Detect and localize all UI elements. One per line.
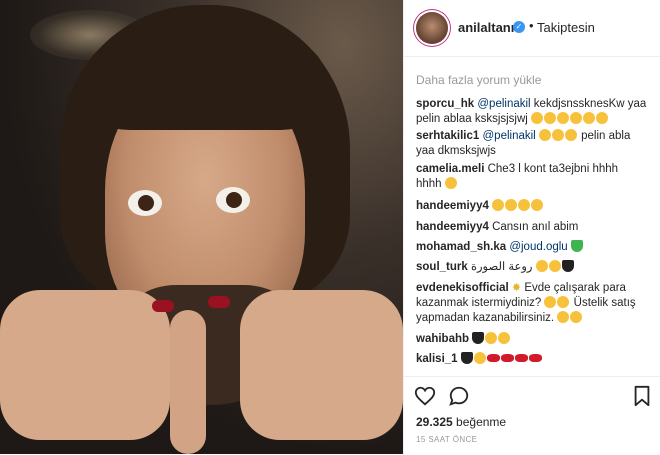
green-heart-emoji-icon <box>570 240 583 252</box>
face-emoji-icon <box>551 129 564 141</box>
comment-username[interactable]: wahibahb <box>416 333 469 345</box>
load-more-comments-link[interactable]: Daha fazla yorum yükle <box>416 73 541 87</box>
comment-item: handeemiyy4 Cansın anıl abim <box>416 220 651 235</box>
heart-eyes-emoji-icon <box>485 332 498 344</box>
face-emoji-icon <box>531 112 544 124</box>
heart-eyes-emoji-icon <box>531 199 544 211</box>
comment-item: camelia.meli Che3 l kont ta3ejbni hhhh h… <box>416 162 651 192</box>
comment-mention[interactable]: @pelinakil <box>477 98 530 110</box>
comment-text: Cansın anıl abim <box>492 221 579 233</box>
header-separator: • <box>529 18 534 33</box>
comment-text: روعة الصورة <box>470 261 533 273</box>
comment-mention[interactable]: @joud.oglu <box>509 241 567 253</box>
black-heart-emoji-icon <box>561 260 574 272</box>
comment-text: kekdjsnssknesKw yaa <box>530 98 647 110</box>
heart-eyes-emoji-icon <box>518 199 531 211</box>
photo-eye-left <box>128 190 162 216</box>
lips-emoji-icon <box>528 354 542 362</box>
heart-eyes-emoji-icon <box>498 332 511 344</box>
profile-avatar[interactable] <box>416 12 448 44</box>
photo-nail-left <box>152 300 174 312</box>
lips-emoji-icon <box>514 354 528 362</box>
comment-text: Che3 l kont ta3ejbni hhhh <box>487 163 619 175</box>
photo-nail-right <box>208 296 230 308</box>
face-emoji-icon <box>596 112 609 124</box>
comment-mention[interactable]: @pelinakil <box>483 130 536 142</box>
comment-username[interactable]: kalisi_1 <box>416 353 458 365</box>
comment-item: sporcu_hk @pelinakil kekdjsnssknesKw yaa… <box>416 97 651 127</box>
comment-username[interactable]: mohamad_sh.ka <box>416 241 506 253</box>
heart-eyes-emoji-icon <box>548 260 561 272</box>
comment-text: Evde çalışarak para <box>524 282 626 294</box>
comment-username[interactable]: sporcu_hk <box>416 98 474 110</box>
comment-username[interactable]: handeemiyy4 <box>416 221 489 233</box>
comment-username[interactable]: camelia.meli <box>416 163 484 175</box>
heart-eyes-emoji-icon <box>535 260 548 272</box>
comment-item: kalisi_1 <box>416 352 651 367</box>
comment-text: Üstelik satış <box>573 297 636 309</box>
comment-username[interactable]: handeemiyy4 <box>416 200 489 212</box>
photo-finger <box>170 310 206 454</box>
lips-emoji-icon <box>500 354 514 362</box>
face-emoji-icon <box>570 311 583 323</box>
comment-text: pelin ablaa ksksjsjsjwj <box>416 113 528 125</box>
comment-username[interactable]: serhtakilic1 <box>416 130 479 142</box>
like-heart-icon[interactable] <box>414 385 436 407</box>
bookmark-save-icon[interactable] <box>632 385 652 407</box>
comments-list[interactable]: Daha fazla yorum yükle sporcu_hk @pelina… <box>404 56 660 376</box>
post-photo[interactable] <box>0 0 403 454</box>
likes-count[interactable]: 29.325 beğenme <box>416 415 506 429</box>
photo-eye-right <box>216 187 250 213</box>
comment-item: soul_turk روعة الصورة <box>416 260 651 275</box>
comment-text: kazanmak istermiydiniz? <box>416 297 542 309</box>
post-side-panel: anilaltann ✓ • Takiptesin Daha fazla yor… <box>403 0 660 454</box>
comment-item: serhtakilic1 @pelinakil pelin abla yaa d… <box>416 129 651 159</box>
face-emoji-icon <box>538 129 551 141</box>
comment-item: handeemiyy4 <box>416 199 651 214</box>
likes-number: 29.325 <box>416 415 453 429</box>
follow-status-button[interactable]: Takiptesin <box>537 20 595 35</box>
face-emoji-icon <box>544 296 557 308</box>
face-emoji-icon <box>570 112 583 124</box>
face-emoji-icon <box>544 112 557 124</box>
black-heart-emoji-icon <box>472 332 485 344</box>
heart-eyes-emoji-icon <box>492 199 505 211</box>
face-emoji-icon <box>564 129 577 141</box>
heart-eyes-emoji-icon <box>505 199 518 211</box>
photo-fringe <box>85 20 325 130</box>
comment-username[interactable]: soul_turk <box>416 261 468 273</box>
comment-item: evdenekisofficial ✸ Evde çalışarak para … <box>416 281 651 326</box>
photo-hand-right <box>240 290 403 440</box>
face-emoji-icon <box>473 352 486 364</box>
face-emoji-icon <box>444 177 457 189</box>
comment-username[interactable]: evdenekisofficial <box>416 282 509 294</box>
post-actions: 29.325 beğenme 15 SAAT ÖNCE <box>404 376 660 455</box>
verified-badge-icon: ✓ <box>513 21 525 33</box>
comment-item: mohamad_sh.ka @joud.oglu <box>416 240 651 255</box>
comment-bubble-icon[interactable] <box>448 385 470 407</box>
comment-text: pelin abla <box>577 130 631 142</box>
post-timestamp: 15 SAAT ÖNCE <box>416 435 478 444</box>
comment-item: wahibahb <box>416 332 651 347</box>
black-heart-emoji-icon <box>460 352 473 364</box>
photo-hand-left <box>0 290 170 440</box>
likes-label: beğenme <box>456 415 507 429</box>
face-emoji-icon <box>557 311 570 323</box>
face-emoji-icon <box>557 112 570 124</box>
face-emoji-icon <box>583 112 596 124</box>
post-username[interactable]: anilaltann <box>458 20 519 35</box>
lips-emoji-icon <box>486 354 500 362</box>
comment-text: yaa dkmsksjwjs <box>416 145 496 157</box>
post-header: anilaltann ✓ • Takiptesin <box>404 0 660 57</box>
comment-text: yapmadan kazanabilirsiniz. <box>416 312 555 324</box>
comment-text: hhhh <box>416 178 442 190</box>
sparkle-emoji-icon: ✸ <box>511 282 522 294</box>
face-emoji-icon <box>557 296 570 308</box>
